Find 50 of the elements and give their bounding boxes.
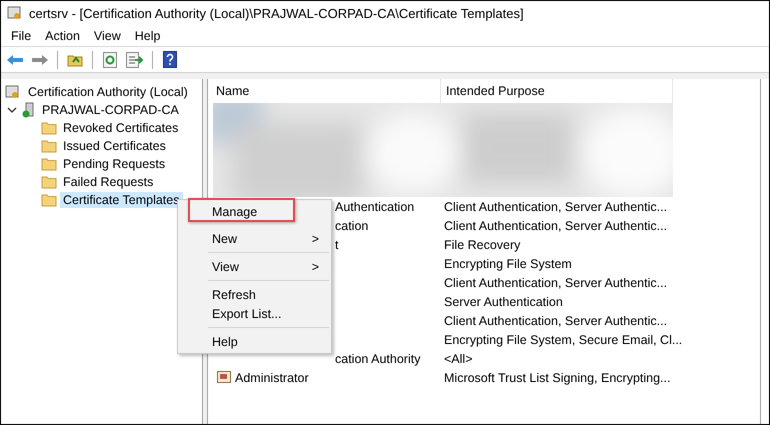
- menu-item[interactable]: New >: [178, 229, 331, 248]
- table-cell-text: Server Authentication: [443, 294, 563, 308]
- server-icon: [21, 102, 35, 118]
- table-cell-text: Encrypting File System: [443, 256, 572, 270]
- table-cell: cation Authority: [335, 352, 420, 366]
- tree-item[interactable]: Failed Requests: [60, 174, 156, 190]
- folder-icon: [41, 121, 57, 135]
- folder-icon: [41, 193, 57, 207]
- menu-item[interactable]: View: [86, 28, 128, 42]
- folder-icon: [41, 175, 57, 189]
- table-cell-text: Client Authentication, Server Authentic...: [443, 200, 668, 214]
- tree-item[interactable]: PRAJWAL-CORPAD-CA: [39, 102, 182, 118]
- folder-icon: [41, 157, 57, 171]
- arrow-left-icon: [6, 54, 24, 66]
- arrow-glyph: >: [312, 232, 319, 246]
- table-cell: Authentication: [335, 200, 414, 214]
- tree-item[interactable]: Certificate Templates: [60, 192, 182, 208]
- console-icon: [5, 84, 21, 100]
- arrow-right-icon: [31, 54, 49, 66]
- menu-item[interactable]: Help: [178, 332, 331, 351]
- table-cell: t: [335, 238, 338, 252]
- table-cell-text: Microsoft Trust List Signing, Encrypting...: [443, 370, 670, 384]
- table-cell-text: File Recovery: [443, 238, 520, 252]
- folder-up-icon: [67, 52, 83, 66]
- menu-item[interactable]: Export List...: [178, 304, 331, 323]
- table-cell-text: Encrypting File System, Secure Email, Cl...: [443, 332, 682, 346]
- menu-item[interactable]: Help: [128, 28, 168, 42]
- table-cell: Administrator: [235, 370, 309, 384]
- table-cell-text: Client Authentication, Server Authentic...: [443, 276, 668, 290]
- menu-item[interactable]: Refresh: [178, 285, 331, 304]
- table-cell-text: Client Authentication, Server Authentic...: [443, 314, 668, 328]
- window-title: certsrv - [Certification Authority (Local)\PRAJWAL-CORPAD-CA\Certificate Templates]: [29, 6, 524, 20]
- tree-item[interactable]: Pending Requests: [60, 156, 168, 172]
- folder-icon: [41, 139, 57, 153]
- tree-item[interactable]: Certification Authority (Local): [25, 84, 191, 100]
- arrow-glyph: >: [312, 260, 319, 274]
- export-list-icon: [126, 52, 144, 68]
- table-cell: cation: [335, 218, 368, 232]
- refresh-icon: [103, 52, 117, 68]
- tree-item[interactable]: Revoked Certificates: [60, 120, 182, 136]
- menu-item[interactable]: Action: [38, 28, 87, 42]
- tree-item[interactable]: Issued Certificates: [60, 138, 169, 154]
- table-cell-text: Client Authentication, Server Authentic...: [443, 218, 668, 232]
- help-icon: [163, 51, 177, 68]
- menu-item[interactable]: View >: [178, 257, 331, 276]
- app-icon: [7, 5, 23, 21]
- chevron-down-icon[interactable]: [7, 105, 17, 115]
- certificate-icon: [217, 370, 231, 384]
- table-cell-text: <All>: [443, 352, 472, 366]
- menu-item[interactable]: File: [4, 28, 38, 42]
